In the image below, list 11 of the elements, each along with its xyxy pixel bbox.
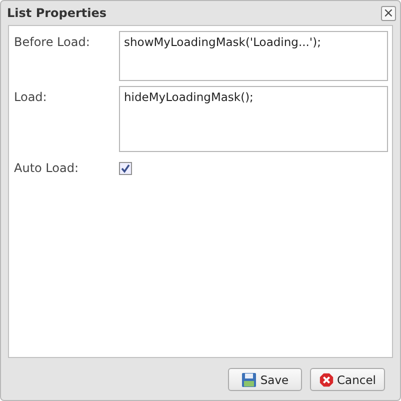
checkbox[interactable] (119, 162, 132, 175)
close-button[interactable]: × (381, 6, 396, 20)
field-label: Auto Load: (14, 160, 80, 175)
cancel-button[interactable]: Cancel (310, 368, 385, 391)
code-field[interactable]: showMyLoadingMask('Loading...'); (119, 31, 388, 81)
window-title: List Properties (7, 6, 107, 20)
save-button[interactable]: Save (228, 368, 302, 391)
code-field[interactable]: hideMyLoadingMask(); (119, 86, 388, 152)
cancel-icon (319, 372, 334, 388)
field-label: Before Load: (14, 34, 91, 49)
field-label: Load: (14, 89, 48, 104)
